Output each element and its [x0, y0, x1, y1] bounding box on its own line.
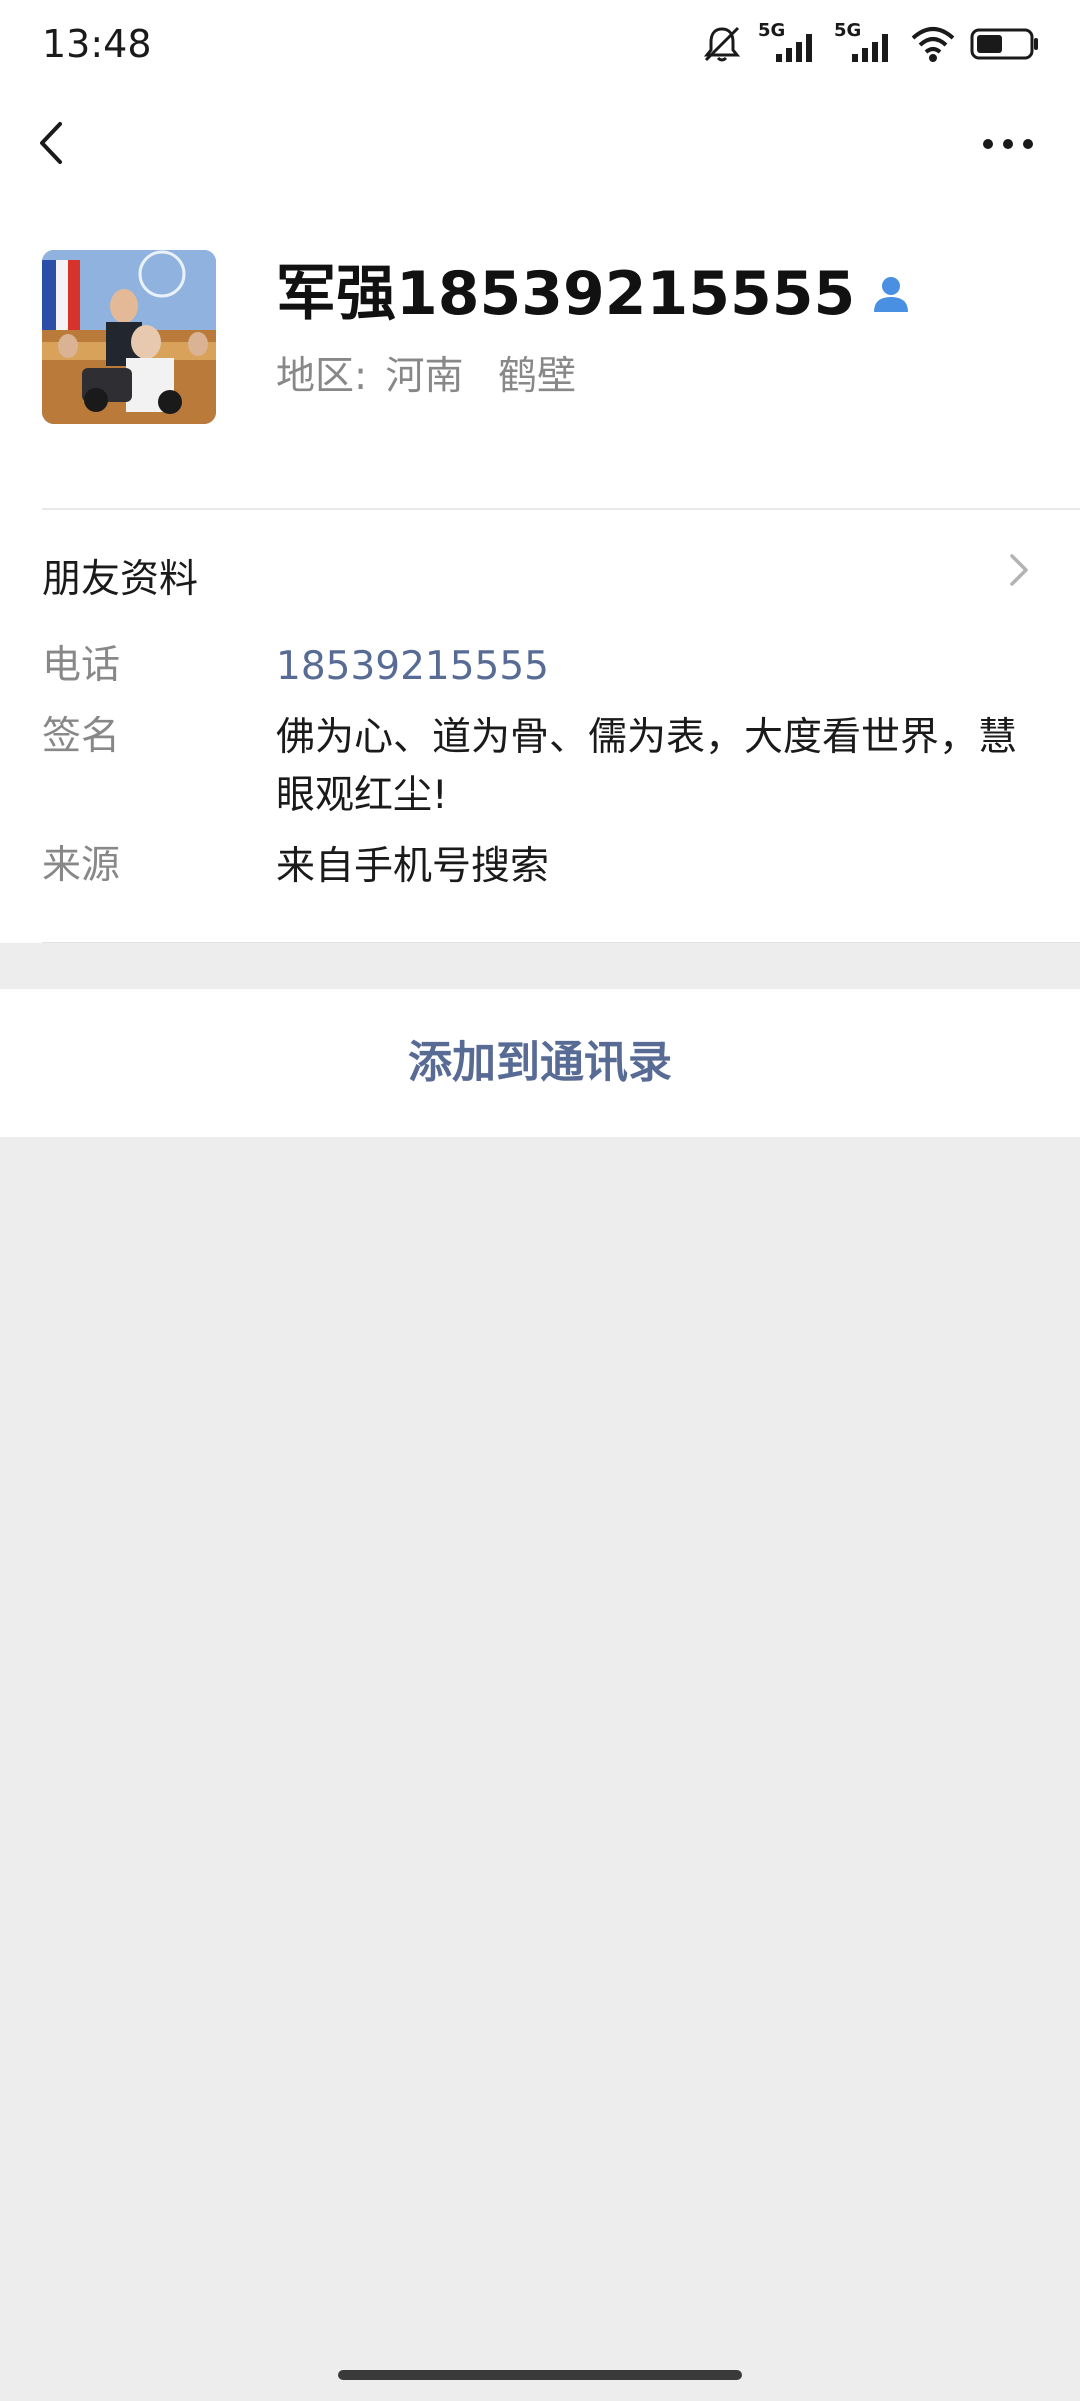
add-to-contacts-button[interactable]: 添加到通讯录 [0, 989, 1080, 1137]
avatar[interactable] [42, 250, 216, 424]
home-indicator[interactable] [338, 2370, 742, 2380]
more-button[interactable] [976, 124, 1040, 164]
wifi-icon [910, 24, 956, 64]
region-province: 河南 [385, 354, 464, 399]
back-button[interactable] [30, 110, 74, 176]
add-to-contacts-label: 添加到通讯录 [408, 1037, 672, 1088]
more-dots-icon [983, 139, 1033, 149]
friend-info-title[interactable]: 朋友资料 [42, 552, 198, 608]
signal-sim1-icon: 5G [758, 20, 820, 64]
status-icons: 5G 5G [700, 20, 1040, 66]
info-row-signature: 签名 佛为心、道为骨、儒为表，大度看世界，慧眼观红尘! [42, 709, 1042, 827]
male-person-icon [869, 272, 913, 316]
region-city: 鹤壁 [497, 354, 576, 399]
divider [42, 508, 1080, 510]
signature-label: 签名 [42, 714, 121, 759]
chevron-left-icon [40, 122, 62, 164]
divider [42, 942, 1080, 943]
region: 地区: 河南 鹤壁 [276, 352, 576, 402]
profile-name-row: 军强18539215555 [276, 256, 913, 332]
status-time: 13:48 [42, 22, 152, 66]
phone-value[interactable]: 18539215555 [276, 638, 1046, 696]
bell-off-icon [700, 24, 744, 64]
profile-name: 军强18539215555 [276, 259, 856, 329]
signature-value: 佛为心、道为骨、儒为表，大度看世界，慧眼观红尘! [276, 715, 1018, 818]
info-row-phone: 电话 18539215555 [42, 638, 1042, 696]
source-label: 来源 [42, 843, 121, 888]
source-value: 来自手机号搜索 [276, 844, 550, 889]
region-label: 地区: [276, 354, 368, 399]
phone-label: 电话 [42, 643, 121, 688]
info-row-source: 来源 来自手机号搜索 [42, 838, 1042, 896]
chevron-right-icon[interactable] [1004, 548, 1032, 592]
signal-sim2-icon: 5G [834, 20, 896, 64]
battery-icon [970, 26, 1040, 62]
